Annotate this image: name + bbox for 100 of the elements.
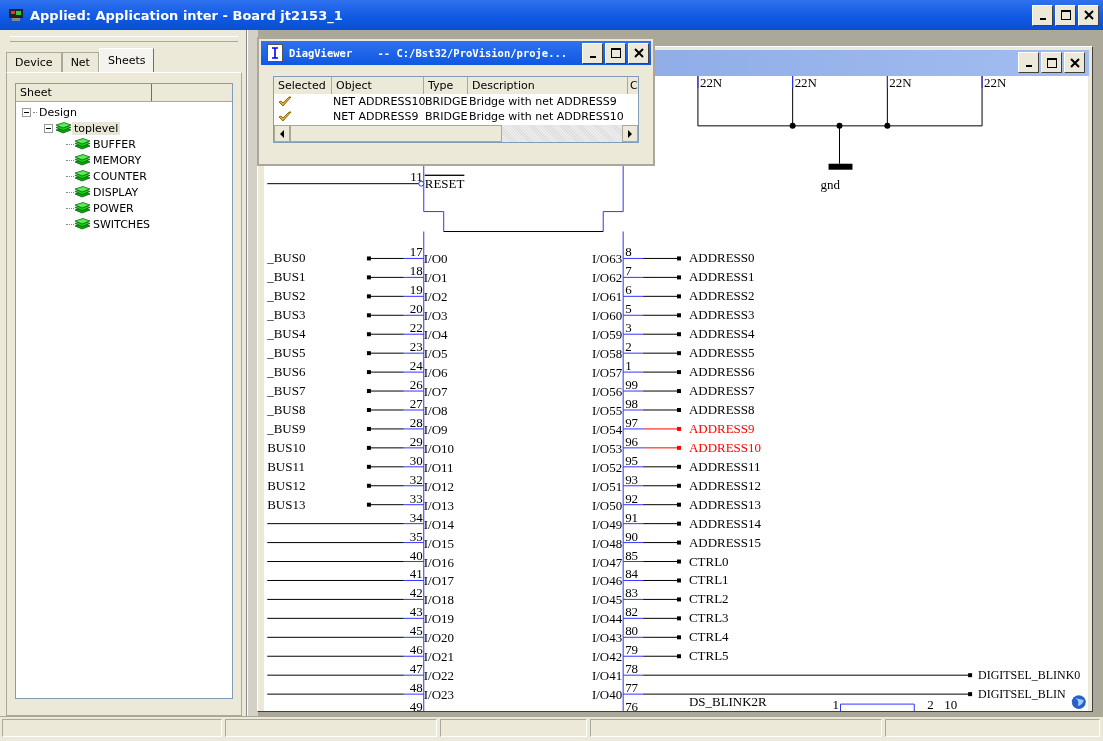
pin-label: I/O46 [591,573,623,589]
pin-number: 3 [625,320,632,336]
wire [366,407,425,412]
wire [622,426,681,431]
pin-label: I/O59 [591,327,623,343]
pin-label: I/O14 [423,516,454,532]
pin-number: 85 [625,547,639,563]
pin-number: 20 [409,301,423,317]
junction-dot [836,122,843,129]
pin-label: I/O0 [423,251,448,267]
wire [366,256,425,261]
pin-number: 24 [409,358,423,374]
pin-number: 1 [832,697,839,711]
pin-number: 34 [409,509,423,525]
column-header[interactable]: Object [332,77,424,94]
left-arrow-icon[interactable] [279,129,285,138]
tab[interactable]: Net [61,52,99,72]
net-label: CTRL3 [688,610,729,626]
tree-item[interactable]: SWITCHES [91,217,153,231]
net-label: _BUS9 [267,420,306,436]
layers-icon [74,186,91,198]
tab[interactable]: Device [6,52,62,72]
minimize-button[interactable] [1032,4,1053,26]
net-label: DIGITSEL_BLIN [978,687,1066,702]
pin-label: I/O44 [591,611,623,627]
net-label: ADDRESS10 [688,439,761,455]
column-header[interactable]: Type [424,77,468,94]
column-header[interactable]: Selected [274,77,332,94]
pin-number: 84 [625,566,639,582]
net-label: ADDRESS12 [688,477,761,493]
net-label: CTRL2 [688,591,729,607]
pin-number: 19 [409,282,423,298]
wire [622,635,681,640]
maximize-icon [610,48,621,58]
tree-item[interactable]: Design [37,105,79,119]
maximize-button[interactable] [1041,52,1062,74]
net-label: ADDRESS1 [688,269,755,285]
net-label: _BUS6 [267,364,306,379]
net-label: _BUS3 [267,307,306,323]
net-label: CTRL0 [688,553,729,569]
wire [622,445,681,450]
maximize-icon [1060,10,1071,20]
pin-label: I/O12 [423,478,454,494]
pin-number: 43 [409,604,423,620]
layers-icon [74,170,91,182]
pin-number: 30 [409,452,423,468]
pin-number: 17 [409,244,423,260]
close-button[interactable] [1064,52,1085,74]
tree-item[interactable]: BUFFER [91,137,138,151]
net-label: _BUS5 [267,345,306,361]
tree-item[interactable]: COUNTER [91,169,149,183]
pin-label: I/O16 [423,554,454,570]
pin-number: 90 [625,528,639,544]
tree-item[interactable]: toplevel [72,121,121,135]
expander-icon[interactable] [22,107,31,117]
minimize-button[interactable] [582,42,603,64]
pin-number: 41 [409,566,423,582]
column-header[interactable]: Description [468,77,628,94]
wire [366,483,425,488]
tree-item[interactable]: POWER [91,201,136,215]
net-label: ADDRESS4 [688,326,755,342]
close-button[interactable] [1078,4,1099,26]
layers-icon [74,202,91,214]
pin-label: I/O40 [591,687,623,703]
pin-label: I/O49 [591,516,623,532]
column-header[interactable]: C [628,77,638,94]
component-value: 22N [889,75,912,90]
right-arrow-icon[interactable] [627,129,633,138]
pin-label: I/O63 [591,251,623,267]
pin-number: 99 [625,376,639,392]
pin-number: 48 [409,680,423,696]
pin-number: 11 [410,168,423,184]
pin-number: 93 [625,471,639,487]
wire [622,559,681,564]
pin-number: 97 [625,414,639,430]
pin-label: I/O13 [423,497,454,513]
pin-number: 10 [944,697,958,711]
net-label: CTRL1 [688,572,729,588]
tree-item[interactable]: DISPLAY [91,185,141,199]
net-label: ADDRESS15 [688,534,761,550]
minimize-button[interactable] [1018,52,1039,74]
maximize-button[interactable] [605,42,626,64]
horizontal-scrollbar[interactable] [274,125,638,142]
expander-icon[interactable] [44,123,53,133]
wire [622,502,681,507]
pin-number: 76 [625,699,639,711]
net-label: _BUS7 [267,382,306,398]
net-label: _BUS8 [267,401,306,417]
pin-number: 28 [409,414,423,430]
tree-item[interactable]: MEMORY [91,153,144,167]
pin-number: 6 [625,282,632,298]
pin-number: 91 [625,509,639,525]
close-button[interactable] [628,42,649,64]
pin-label: I/O1 [423,270,448,286]
tab[interactable]: Sheets [98,48,155,72]
minimize-icon [1039,17,1046,20]
pin-number: 83 [625,585,639,601]
pin-label: I/O7 [423,383,448,399]
pin-number: 95 [625,452,639,468]
maximize-button[interactable] [1055,4,1076,26]
